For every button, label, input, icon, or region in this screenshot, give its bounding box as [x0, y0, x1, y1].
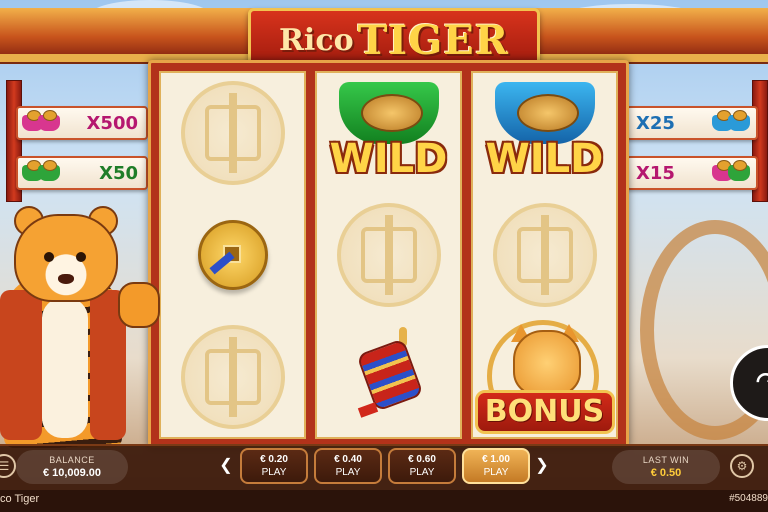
tiger-nose: [58, 274, 74, 284]
prayer-wheel-tassel: [357, 402, 378, 418]
blank-coin-symbol: [336, 203, 441, 307]
tiger-chest: [42, 298, 88, 438]
bet-amount: € 0.40: [334, 454, 362, 465]
blank-coin-symbol: [180, 325, 285, 429]
tiger-fist: [118, 282, 160, 328]
balance-label: BALANCE: [49, 455, 95, 465]
bet-play-label: PLAY: [483, 467, 509, 478]
reel-cell: [317, 317, 460, 437]
tiger-mascot: [0, 206, 160, 448]
reel-cell: [161, 317, 304, 437]
bet-amount: € 0.60: [408, 454, 436, 465]
logo-tiger: TIGER: [357, 16, 509, 64]
gold-ingot-icon: [361, 93, 423, 132]
last-win-display: LAST WIN € 0.50: [612, 450, 720, 484]
ingot-icon: [38, 110, 60, 131]
bet-button[interactable]: € 0.40 PLAY: [314, 448, 382, 484]
reel-cell: [317, 195, 460, 315]
ingot-icon: [728, 110, 750, 131]
ingot-icon: [38, 160, 60, 181]
bet-button-active[interactable]: € 1.00 PLAY: [462, 448, 530, 484]
spin-icon: ↷: [755, 366, 768, 400]
tiger-head: [14, 214, 118, 302]
wild-label: WILD: [485, 135, 604, 182]
bet-play-label: PLAY: [335, 467, 361, 478]
paytable-item: X500: [16, 106, 148, 140]
ingot-icon: [728, 160, 750, 181]
paytable-multiplier: X50: [99, 162, 138, 184]
reel-cell: BONUS: [473, 317, 616, 437]
reel-3: WILD BONUS: [471, 71, 618, 439]
last-win-value: € 0.50: [650, 467, 682, 479]
paytable-multiplier: X25: [636, 112, 675, 134]
reel-frame: WILD WILD BONUS: [148, 60, 629, 448]
reel-cell: [161, 195, 304, 315]
bet-amount: € 0.20: [260, 454, 288, 465]
footer-bar: [0, 490, 768, 512]
paytable-item: X25: [626, 106, 758, 140]
paytable-multiplier: X500: [86, 112, 138, 134]
wild-symbol: WILD: [321, 76, 456, 191]
lucky-cat-icon: [512, 330, 581, 396]
ribbon-icon: [208, 251, 235, 275]
logo-rico: Rico: [279, 22, 354, 58]
bet-button[interactable]: € 0.60 PLAY: [388, 448, 456, 484]
bet-play-label: PLAY: [261, 467, 287, 478]
reel-cell: WILD: [473, 73, 616, 193]
bet-button[interactable]: € 0.20 PLAY: [240, 448, 308, 484]
wild-label: WILD: [329, 135, 448, 182]
paytable-item: X15: [626, 156, 758, 190]
prayer-wheel-symbol: [355, 327, 424, 427]
gold-coin-symbol: [197, 220, 268, 290]
bet-amount: € 1.00: [482, 454, 510, 465]
bet-play-label: PLAY: [409, 467, 435, 478]
prayer-wheel-drum: [355, 338, 424, 412]
chevron-left-icon[interactable]: ❮: [218, 455, 234, 475]
paytable-multiplier: X15: [636, 162, 675, 184]
balance-display: BALANCE € 10,009.00: [16, 450, 128, 484]
wild-symbol: WILD: [477, 76, 612, 191]
reel-2: WILD: [315, 71, 462, 439]
reel-cell: WILD: [317, 73, 460, 193]
reel-1: [159, 71, 306, 439]
last-win-label: LAST WIN: [642, 455, 690, 465]
paytable-item: X50: [16, 156, 148, 190]
bonus-symbol: BONUS: [474, 318, 615, 436]
session-id: #504889: [729, 493, 768, 504]
reel-cell: [161, 73, 304, 193]
blank-coin-symbol: [180, 81, 285, 185]
tiger-eye: [76, 252, 86, 262]
settings-icon[interactable]: ⚙: [730, 454, 754, 478]
chevron-right-icon[interactable]: ❯: [534, 455, 550, 475]
balance-value: € 10,009.00: [42, 467, 102, 479]
tiger-vest: [0, 290, 42, 440]
gold-ingot-icon: [517, 93, 579, 132]
game-title: co Tiger: [0, 493, 40, 505]
bonus-label: BONUS: [474, 390, 615, 434]
reel-cell: [473, 195, 616, 315]
tiger-eye: [44, 252, 54, 262]
blank-coin-symbol: [492, 203, 597, 307]
